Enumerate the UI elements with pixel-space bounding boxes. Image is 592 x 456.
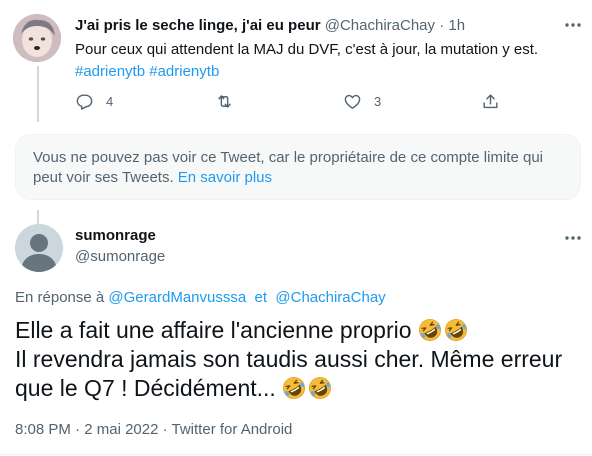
tweet-text-content: Pour ceux qui attendent la MAJ du DVF, c… [75,41,539,58]
tweet-time[interactable]: 8:08 PM [15,421,71,438]
rofl-emoji-icon [418,319,441,341]
tweet-text-line: Elle a fait une affaire l'ancienne propr… [15,317,412,343]
more-options-icon[interactable] [562,227,584,249]
tweet-text: Pour ceux qui attendent la MAJ du DVF, c… [75,39,575,83]
reply-prefix: En réponse à [15,289,105,306]
rofl-emoji-icon [309,377,332,399]
like-button[interactable]: 3 [343,90,381,112]
hashtag-link[interactable]: #adrienytb [149,63,219,80]
thread-connector [37,210,39,224]
reply-count: 4 [106,93,114,109]
learn-more-link[interactable]: En savoir plus [178,169,272,186]
tweet-header: J'ai pris le seche linge, j'ai eu peur @… [75,16,465,36]
tweet-metadata: 8:08 PM · 2 mai 2022 · Twitter for Andro… [15,420,292,440]
reply-icon [76,93,93,110]
replying-to: En réponse à @GerardManvusssa et @Chachi… [15,288,386,308]
thread-connector [37,66,39,122]
default-avatar[interactable] [15,224,63,272]
retweet-button[interactable] [215,90,234,112]
reply-join: et [254,289,268,306]
default-profile-icon [15,224,63,272]
notice-text: Vous ne pouvez pas voir ce Tweet, car le… [33,149,543,186]
hashtag-link[interactable]: #adrienytb [75,63,145,80]
notice-text-block: Vous ne pouvez pas voir ce Tweet, car le… [33,148,563,188]
divider [0,454,592,455]
tweet-date[interactable]: 2 mai 2022 [84,421,158,438]
withheld-tweet-notice: Vous ne pouvez pas voir ce Tweet, car le… [15,134,581,200]
user-handle[interactable]: @sumonrage [75,247,165,267]
rofl-emoji-icon [283,377,306,399]
profile-photo [13,14,61,62]
user-handle[interactable]: @ChachiraChay [325,17,435,34]
meta-separator: · [162,421,168,438]
reply-button[interactable]: 4 [75,90,113,112]
avatar[interactable] [13,14,61,62]
rofl-emoji-icon [444,319,467,341]
tweet-text: Elle a fait une affaire l'ancienne propr… [15,316,580,403]
tweet-source: Twitter for Android [171,421,293,438]
heart-icon [344,94,361,109]
meta-separator: · [75,421,81,438]
retweet-icon [218,94,231,108]
separator: · [439,17,445,34]
mention-link[interactable]: @GerardManvusssa [108,289,246,306]
share-icon [483,93,498,108]
timestamp[interactable]: 1h [448,17,465,34]
mention-link[interactable]: @ChachiraChay [275,289,385,306]
share-button[interactable] [481,90,500,112]
display-name[interactable]: J'ai pris le seche linge, j'ai eu peur [75,17,321,34]
more-options-icon[interactable] [562,14,584,36]
like-count: 3 [374,93,382,109]
display-name[interactable]: sumonrage [75,226,156,246]
